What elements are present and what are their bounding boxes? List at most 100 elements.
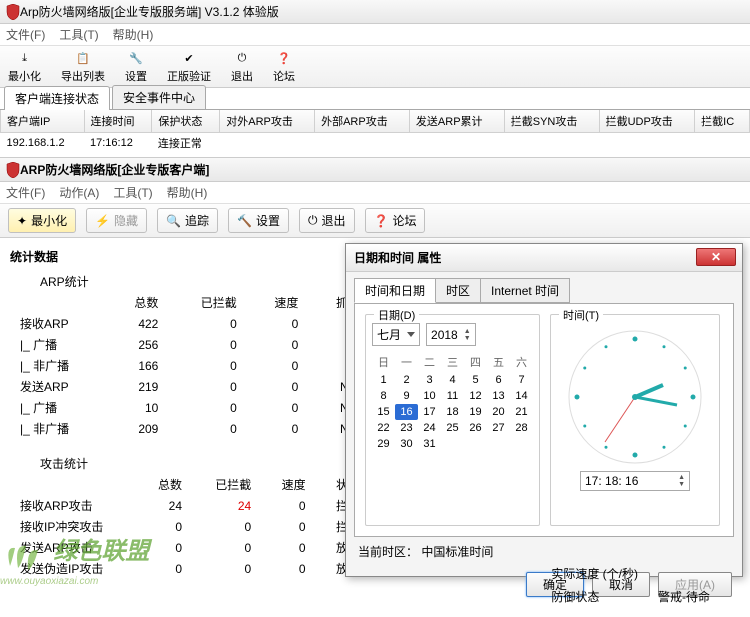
- tab-client-status[interactable]: 客户端连接状态: [4, 86, 110, 110]
- tab-internet-time[interactable]: Internet 时间: [480, 278, 570, 303]
- defense-info: 实际速度 (个/秒) 防御状态警戒-待命: [549, 561, 730, 609]
- table-header[interactable]: 客户端IP: [1, 110, 85, 133]
- lightning-icon: ⚡: [95, 214, 110, 228]
- menu-action[interactable]: 动作(A): [59, 184, 99, 201]
- forum-button[interactable]: ❓论坛: [273, 49, 295, 84]
- calendar-day[interactable]: 2: [395, 372, 418, 388]
- minimize-button[interactable]: ⤓最小化: [8, 49, 41, 84]
- menu-file[interactable]: 文件(F): [6, 184, 45, 201]
- calendar-day[interactable]: 14: [510, 388, 533, 404]
- calendar-day[interactable]: 10: [418, 388, 441, 404]
- calendar-day[interactable]: 20: [487, 404, 510, 420]
- verify-icon: ✔: [180, 49, 198, 67]
- menu-help[interactable]: 帮助(H): [167, 184, 208, 201]
- calendar-day[interactable]: 11: [441, 388, 464, 404]
- calendar-day[interactable]: 28: [510, 420, 533, 436]
- table-header[interactable]: 发送ARP累计: [409, 110, 504, 133]
- calendar-day[interactable]: 3: [418, 372, 441, 388]
- year-spinner[interactable]: 2018▲▼: [426, 323, 476, 346]
- table-header[interactable]: 外部ARP攻击: [315, 110, 410, 133]
- settings-button[interactable]: 🔨设置: [228, 208, 289, 233]
- client-menubar: 文件(F) 动作(A) 工具(T) 帮助(H): [0, 182, 750, 204]
- dialog-tabs: 时间和日期 时区 Internet 时间: [346, 272, 742, 303]
- server-title: Arp防火墙网络版[企业专版服务端] V3.1.2 体验版: [20, 3, 279, 20]
- client-title: ARP防火墙网络版[企业专版客户端]: [20, 161, 209, 178]
- calendar-day[interactable]: 18: [441, 404, 464, 420]
- date-fieldset: 日期(D) 七月 2018▲▼ 日一二三四五六12345678910111213…: [365, 314, 540, 526]
- calendar-day[interactable]: 7: [510, 372, 533, 388]
- calendar-day[interactable]: 21: [510, 404, 533, 420]
- stat-row: |_ 广播1000N/A: [10, 397, 370, 418]
- calendar-day: [464, 436, 487, 452]
- attack-stat-table: 总数已拦截速度状态接收ARP攻击24240拦截接收IP冲突攻击000拦截发送AR…: [10, 474, 370, 579]
- stat-row: 接收ARP攻击24240拦截: [10, 495, 370, 516]
- calendar-day[interactable]: 23: [395, 420, 418, 436]
- settings-button[interactable]: 🔧设置: [125, 49, 147, 84]
- close-button[interactable]: ✕: [696, 248, 736, 266]
- tab-security-events[interactable]: 安全事件中心: [112, 85, 206, 109]
- time-spinner[interactable]: 17: 18: 16 ▲▼: [580, 471, 690, 491]
- calendar-day[interactable]: 24: [418, 420, 441, 436]
- search-icon: 🔍: [166, 214, 181, 228]
- dialog-titlebar: 日期和时间 属性 ✕: [346, 244, 742, 272]
- stat-row: 发送伪造IP攻击000放行: [10, 558, 370, 579]
- calendar-day[interactable]: 26: [464, 420, 487, 436]
- client-titlebar: ARP防火墙网络版[企业专版客户端]: [0, 158, 750, 182]
- trace-button[interactable]: 🔍追踪: [157, 208, 218, 233]
- table-header[interactable]: 拦截SYN攻击: [504, 110, 599, 133]
- table-header[interactable]: 保护状态: [152, 110, 220, 133]
- date-legend: 日期(D): [374, 307, 419, 323]
- menu-file[interactable]: 文件(F): [6, 26, 45, 43]
- minimize-button[interactable]: ✦最小化: [8, 208, 76, 233]
- exit-icon: ⏻: [308, 213, 318, 228]
- calendar-day[interactable]: 6: [487, 372, 510, 388]
- server-toolbar: ⤓最小化 📋导出列表 🔧设置 ✔正版验证 ⏻退出 ❓论坛: [0, 46, 750, 88]
- exit-button[interactable]: ⏻退出: [299, 208, 355, 233]
- calendar-day[interactable]: 25: [441, 420, 464, 436]
- stat-row: 发送ARP攻击000放行: [10, 537, 370, 558]
- exit-button[interactable]: ⏻退出: [231, 49, 253, 84]
- arp-stat-table: 总数已拦截速度抓包接收ARP422000|_ 广播256000|_ 非广播166…: [10, 292, 370, 439]
- menu-tools[interactable]: 工具(T): [59, 26, 98, 43]
- shield-icon: [6, 162, 20, 178]
- calendar-day[interactable]: 15: [372, 404, 395, 420]
- calendar-day[interactable]: 4: [441, 372, 464, 388]
- calendar-day[interactable]: 12: [464, 388, 487, 404]
- calendar-day[interactable]: 5: [464, 372, 487, 388]
- table-header[interactable]: 拦截IC: [695, 110, 750, 133]
- calendar-day[interactable]: 31: [418, 436, 441, 452]
- verify-button[interactable]: ✔正版验证: [167, 49, 211, 84]
- calendar-day[interactable]: 29: [372, 436, 395, 452]
- forum-icon: ❓: [275, 49, 293, 67]
- table-header[interactable]: 对外ARP攻击: [220, 110, 315, 133]
- table-header[interactable]: 连接时间: [84, 110, 152, 133]
- tab-timezone[interactable]: 时区: [435, 278, 481, 303]
- export-button[interactable]: 📋导出列表: [61, 49, 105, 84]
- forum-button[interactable]: ❓论坛: [365, 208, 426, 233]
- calendar-day[interactable]: 27: [487, 420, 510, 436]
- hammer-icon: 🔨: [237, 214, 252, 228]
- tab-datetime[interactable]: 时间和日期: [354, 278, 436, 303]
- calendar-day[interactable]: 17: [418, 404, 441, 420]
- calendar-day[interactable]: 16: [395, 404, 418, 420]
- calendar-day[interactable]: 9: [395, 388, 418, 404]
- calendar-day[interactable]: 30: [395, 436, 418, 452]
- menu-help[interactable]: 帮助(H): [113, 26, 154, 43]
- month-select[interactable]: 七月: [372, 323, 420, 346]
- client-toolbar: ✦最小化 ⚡隐藏 🔍追踪 🔨设置 ⏻退出 ❓论坛: [0, 204, 750, 238]
- stat-row: 接收ARP422000: [10, 313, 370, 334]
- calendar-day[interactable]: 22: [372, 420, 395, 436]
- hide-button[interactable]: ⚡隐藏: [86, 208, 147, 233]
- stat-row: 发送ARP21900N/A: [10, 376, 370, 397]
- calendar-day: [510, 436, 533, 452]
- calendar-day[interactable]: 1: [372, 372, 395, 388]
- calendar[interactable]: 日一二三四五六123456789101112131415161718192021…: [372, 352, 533, 452]
- table-header[interactable]: 拦截UDP攻击: [599, 110, 695, 133]
- table-row[interactable]: 192.168.1.217:16:12连接正常: [1, 133, 750, 154]
- calendar-day[interactable]: 19: [464, 404, 487, 420]
- menu-tools[interactable]: 工具(T): [113, 184, 152, 201]
- calendar-day[interactable]: 8: [372, 388, 395, 404]
- time-legend: 时间(T): [559, 307, 603, 323]
- calendar-day[interactable]: 13: [487, 388, 510, 404]
- spinner-arrows-icon: ▲▼: [678, 474, 685, 488]
